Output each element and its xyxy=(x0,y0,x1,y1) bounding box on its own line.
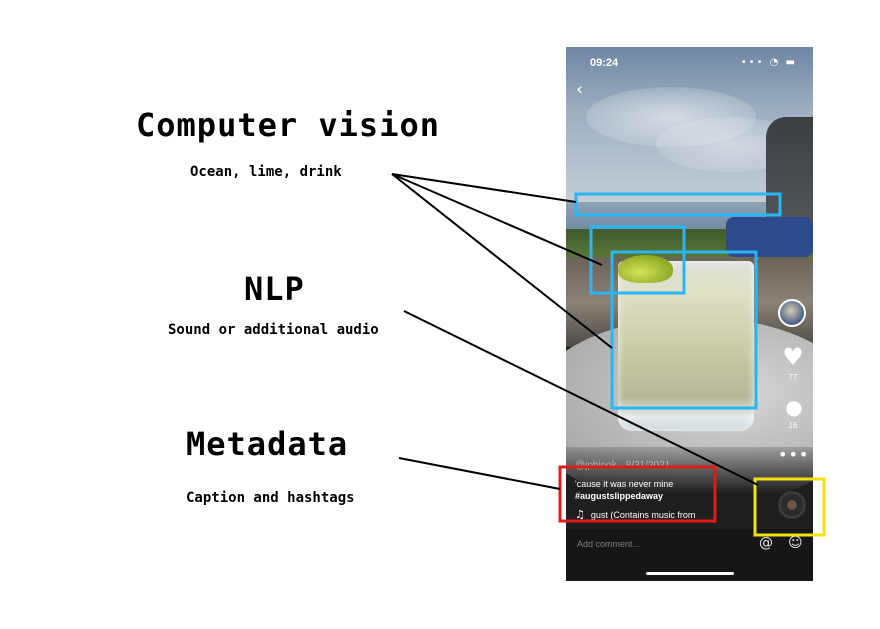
ocean-box xyxy=(574,192,782,217)
audio-box xyxy=(753,477,826,537)
cv-line-lime xyxy=(391,173,603,266)
annotation-overlay xyxy=(391,173,826,537)
cv-line-ocean xyxy=(391,173,577,203)
nlp-line xyxy=(403,310,759,486)
metadata-line xyxy=(398,457,561,490)
lime-box xyxy=(589,225,686,295)
metadata-box xyxy=(558,465,717,523)
